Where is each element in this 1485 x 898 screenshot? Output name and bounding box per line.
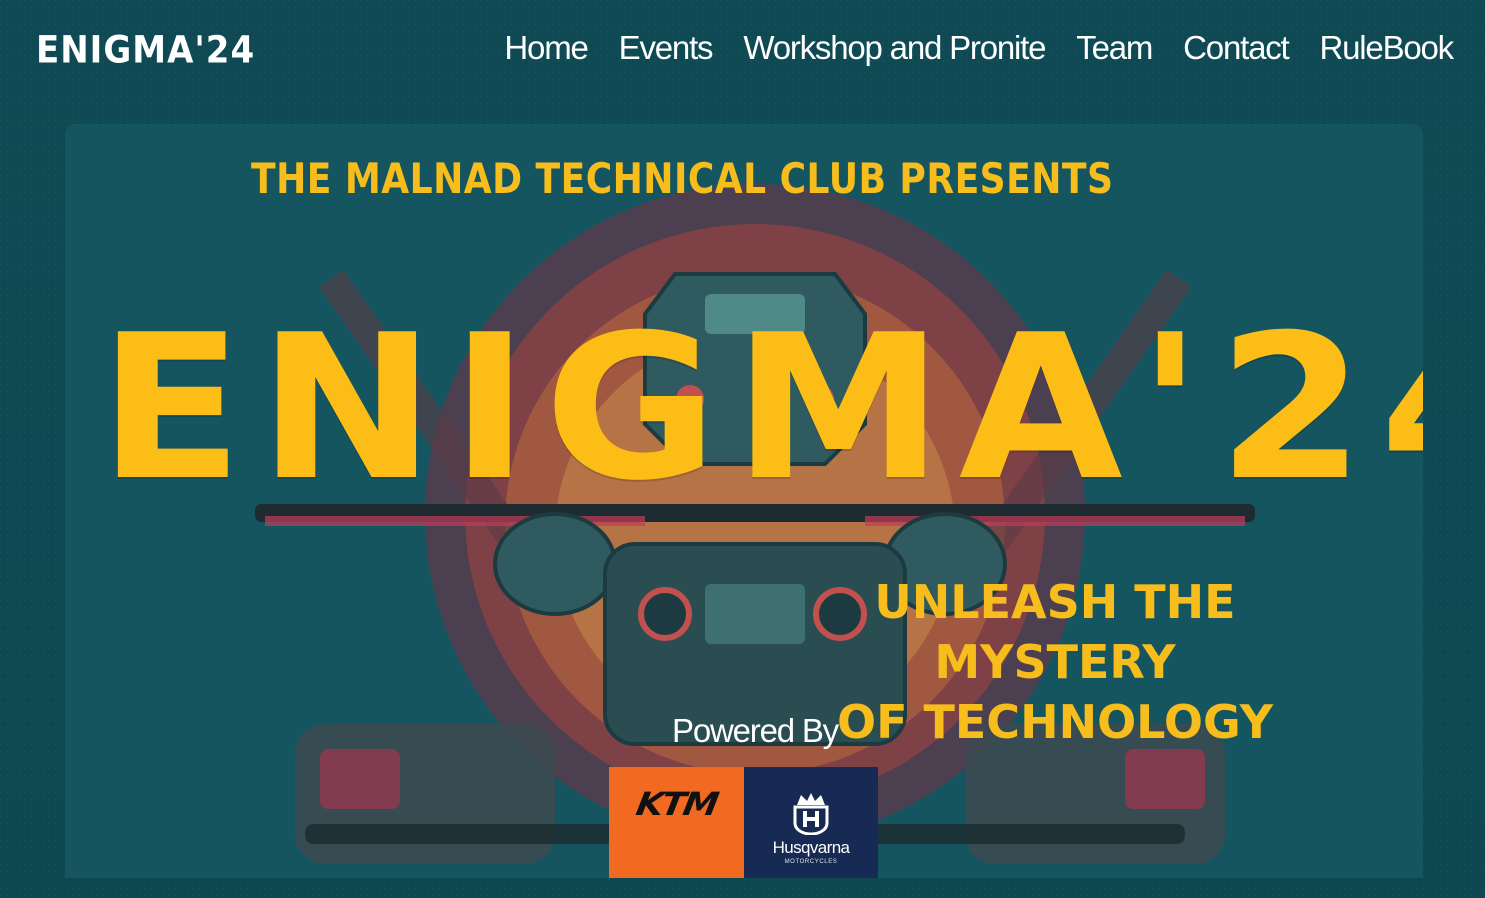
site-logo[interactable]: ENIGMA'24 bbox=[36, 26, 255, 74]
nav-menu: Home Events Workshop and Pronite Team Co… bbox=[504, 28, 1455, 68]
husqvarna-logo-text: Husqvarna bbox=[772, 838, 850, 857]
nav-contact-link[interactable]: Contact bbox=[1183, 28, 1290, 68]
nav-workshop-link[interactable]: Workshop and Pronite bbox=[743, 28, 1046, 68]
powered-by-label: Powered By bbox=[672, 712, 839, 749]
sponsor-husqvarna-logo: Husqvarna MOTORCYCLES bbox=[744, 767, 878, 878]
tagline-line-1: UNLEASH THE MYSTERY bbox=[874, 575, 1236, 689]
nav-home-link[interactable]: Home bbox=[504, 28, 588, 68]
ktm-logo-text: KTM bbox=[633, 785, 720, 823]
nav-rulebook-link[interactable]: RuleBook bbox=[1320, 28, 1455, 68]
nav-team-link[interactable]: Team bbox=[1076, 28, 1153, 68]
hero-section: THE MALNAD TECHNICAL CLUB PRESENTS ENIGM… bbox=[65, 124, 1423, 878]
event-title: ENIGMA'24 bbox=[98, 292, 1423, 525]
navbar: ENIGMA'24 Home Events Workshop and Proni… bbox=[0, 0, 1485, 96]
husqvarna-subtext: MOTORCYCLES bbox=[784, 859, 838, 865]
nav-events-link[interactable]: Events bbox=[619, 28, 714, 68]
husqvarna-crown-icon bbox=[793, 793, 829, 835]
presenter-heading: THE MALNAD TECHNICAL CLUB PRESENTS bbox=[251, 154, 1114, 203]
sponsor-ktm-logo: KTM bbox=[609, 767, 744, 878]
